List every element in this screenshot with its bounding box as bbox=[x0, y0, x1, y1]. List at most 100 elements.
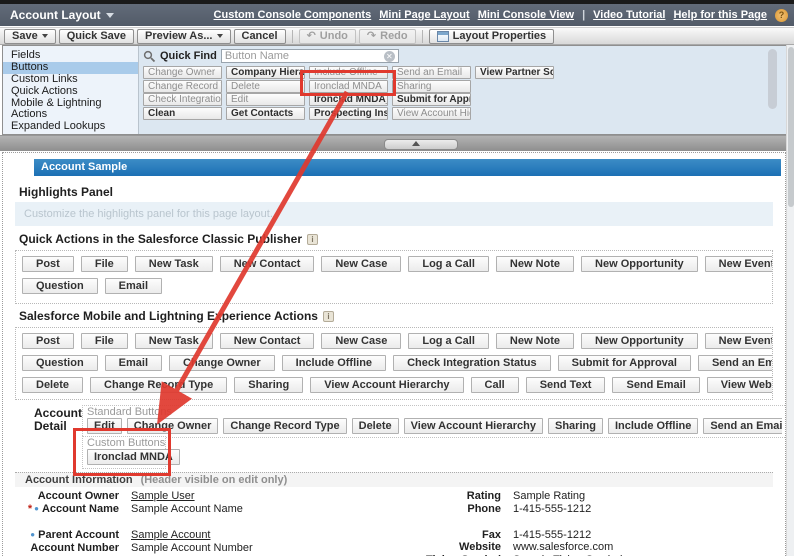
palette-button-check-integration[interactable]: Check Integration bbox=[143, 93, 222, 106]
standard-button-edit[interactable]: Edit bbox=[87, 418, 122, 434]
palette-button-ironclad-mnda[interactable]: Ironclad MNDA bbox=[309, 79, 388, 93]
help-icon[interactable]: ? bbox=[775, 8, 788, 22]
action-button-new-task[interactable]: New Task bbox=[134, 333, 213, 349]
header-link[interactable]: Video Tutorial bbox=[593, 9, 665, 21]
palette-button-change-owner[interactable]: Change Owner bbox=[143, 66, 222, 79]
sidebar-item-expanded-lookups[interactable]: Expanded Lookups bbox=[3, 121, 138, 133]
action-button-change-owner[interactable]: Change Owner bbox=[169, 355, 275, 371]
palette-button-clean[interactable]: Clean bbox=[143, 106, 222, 120]
standard-buttons-fieldset: Standard Buttons Edit Change Owner Change … bbox=[82, 405, 785, 438]
action-button-file[interactable]: File bbox=[80, 333, 128, 349]
palette-button-view-account-hie[interactable]: View Account Hie bbox=[392, 106, 471, 120]
sidebar-item-mobile-lightning-actions[interactable]: Mobile & Lightning Actions bbox=[3, 98, 138, 121]
field-row: Phone 1-415-555-1212 bbox=[393, 503, 783, 529]
header-link[interactable]: Custom Console Components bbox=[214, 9, 372, 21]
cancel-button[interactable]: Cancel bbox=[233, 28, 286, 44]
clear-search-icon[interactable]: ✕ bbox=[383, 50, 395, 62]
header-link[interactable]: Help for this Page bbox=[673, 9, 767, 21]
action-button-new-note[interactable]: New Note bbox=[495, 333, 575, 349]
action-button-post[interactable]: Post bbox=[22, 333, 74, 349]
action-button-change-record-type[interactable]: Change Record Type bbox=[90, 377, 228, 393]
header-link[interactable]: Mini Console View bbox=[478, 9, 574, 21]
field-label: ● Parent Account bbox=[30, 528, 119, 541]
custom-button-ironclad-mnda[interactable]: Ironclad MNDA bbox=[87, 449, 180, 465]
action-button-new-case[interactable]: New Case bbox=[321, 333, 402, 349]
action-button-log-a-call[interactable]: Log a Call bbox=[408, 333, 489, 349]
classic-publisher-heading: Quick Actions in the Salesforce Classic … bbox=[19, 232, 318, 246]
standard-button-change-record-type[interactable]: Change Record Type bbox=[223, 418, 347, 434]
quick-find-value: Button Name bbox=[224, 50, 290, 62]
mobile-actions-dropzone: Post File New Task New Contact New Case Log a… bbox=[15, 327, 773, 400]
standard-button-delete[interactable]: Delete bbox=[351, 418, 399, 434]
action-button-new-opportunity[interactable]: New Opportunity bbox=[581, 256, 698, 272]
action-button-view-website[interactable]: View Website bbox=[706, 377, 772, 393]
layout-properties-button[interactable]: Layout Properties bbox=[428, 28, 555, 44]
standard-button-sharing[interactable]: Sharing bbox=[547, 418, 603, 434]
action-button-send-an-email[interactable]: Send an Email bbox=[697, 355, 772, 371]
action-button-include-offline[interactable]: Include Offline bbox=[281, 355, 387, 371]
standard-button-send-an-email[interactable]: Send an Email bbox=[703, 418, 782, 434]
action-button-send-text[interactable]: Send Text bbox=[525, 377, 606, 393]
page-scrollbar[interactable] bbox=[786, 45, 794, 556]
account-information-header: Account Information (Header visible on e… bbox=[15, 472, 773, 487]
palette-button-grid: Change Owner Company Hierarch Include Offl… bbox=[143, 66, 554, 120]
action-row: Delete Change Record Type Sharing View Acco… bbox=[22, 377, 772, 399]
quick-save-button[interactable]: Quick Save bbox=[58, 28, 135, 44]
header-link[interactable]: Mini Page Layout bbox=[379, 9, 469, 21]
field-row: * ● Account Name Sample Account Name bbox=[11, 503, 389, 529]
quick-find-input[interactable]: Button Name ✕ bbox=[220, 49, 399, 63]
action-button-view-account-hierarchy[interactable]: View Account Hierarchy bbox=[310, 377, 464, 393]
palette-button-sharing[interactable]: Sharing bbox=[392, 79, 471, 93]
page-header-bar: Account Layout Custom Console Components… bbox=[0, 4, 794, 26]
action-button-file[interactable]: File bbox=[80, 256, 128, 272]
action-button-question[interactable]: Question bbox=[22, 278, 98, 294]
field-value[interactable]: Sample Account bbox=[131, 529, 211, 542]
action-button-call[interactable]: Call bbox=[470, 377, 519, 393]
action-button-check-integration-status[interactable]: Check Integration Status bbox=[393, 355, 551, 371]
action-button-log-a-call[interactable]: Log a Call bbox=[408, 256, 489, 272]
horizontal-scrollbar-thumb[interactable] bbox=[384, 139, 458, 150]
preview-as-button[interactable]: Preview As... bbox=[137, 28, 231, 44]
info-icon[interactable]: i bbox=[306, 233, 318, 245]
search-icon bbox=[143, 50, 156, 62]
action-button-sharing[interactable]: Sharing bbox=[234, 377, 304, 393]
palette-button-send-an-email[interactable]: Send an Email bbox=[392, 66, 471, 79]
standard-button-view-account-hierarchy[interactable]: View Account Hierarchy bbox=[403, 418, 543, 434]
palette-button-delete[interactable]: Delete bbox=[226, 79, 305, 93]
action-button-new-note[interactable]: New Note bbox=[495, 256, 575, 272]
action-button-new-case[interactable]: New Case bbox=[321, 256, 402, 272]
standard-buttons-label: Standard Buttons bbox=[87, 406, 173, 418]
action-button-email[interactable]: Email bbox=[104, 355, 163, 371]
collapse-palette-icon[interactable] bbox=[412, 141, 420, 146]
field-value[interactable]: Sample User bbox=[131, 490, 195, 503]
page-title-menu[interactable]: Account Layout bbox=[10, 8, 114, 22]
action-button-new-task[interactable]: New Task bbox=[134, 256, 213, 272]
action-row: Question Email bbox=[22, 278, 772, 300]
action-button-submit-for-approval[interactable]: Submit for Approval bbox=[557, 355, 691, 371]
palette-button-view-partner-scor[interactable]: View Partner Scor bbox=[475, 66, 554, 79]
action-button-delete[interactable]: Delete bbox=[22, 377, 84, 393]
action-button-new-event[interactable]: New Event bbox=[704, 256, 772, 272]
palette-button-ironclad-mnda-d[interactable]: Ironclad MNDA_D bbox=[309, 93, 388, 106]
palette-button-edit[interactable]: Edit bbox=[226, 93, 305, 106]
save-button[interactable]: Save bbox=[4, 28, 56, 44]
action-button-post[interactable]: Post bbox=[22, 256, 74, 272]
palette-button-prospecting-insig[interactable]: Prospecting Insig bbox=[309, 106, 388, 120]
action-button-new-event[interactable]: New Event bbox=[704, 333, 772, 349]
page-scrollbar-thumb[interactable] bbox=[788, 47, 794, 207]
action-button-new-opportunity[interactable]: New Opportunity bbox=[581, 333, 698, 349]
info-icon[interactable]: i bbox=[322, 310, 334, 322]
palette-button-include-offline[interactable]: Include Offline bbox=[309, 66, 388, 79]
palette-button-company-hierarch[interactable]: Company Hierarch bbox=[226, 66, 305, 79]
palette-button-change-record-ty[interactable]: Change Record Ty bbox=[143, 79, 222, 93]
standard-button-include-offline[interactable]: Include Offline bbox=[607, 418, 699, 434]
standard-button-change-owner[interactable]: Change Owner bbox=[126, 418, 219, 434]
action-button-question[interactable]: Question bbox=[22, 355, 98, 371]
action-button-send-email[interactable]: Send Email bbox=[612, 377, 700, 393]
action-button-new-contact[interactable]: New Contact bbox=[219, 256, 315, 272]
palette-button-get-contacts[interactable]: Get Contacts bbox=[226, 106, 305, 120]
action-button-email[interactable]: Email bbox=[104, 278, 163, 294]
toolbar-button-label: Cancel bbox=[241, 30, 278, 42]
action-button-new-contact[interactable]: New Contact bbox=[219, 333, 315, 349]
palette-button-submit-for-approv[interactable]: Submit for Approv bbox=[392, 93, 471, 106]
